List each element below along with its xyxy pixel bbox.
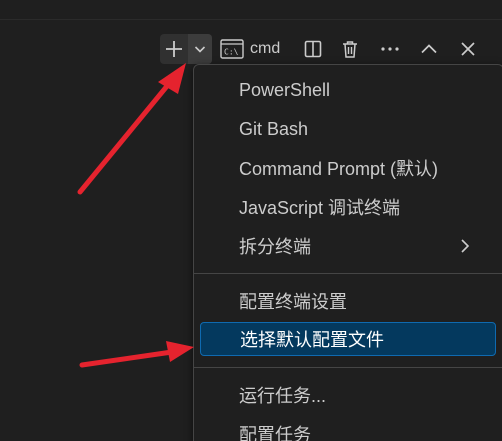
kill-terminal-button[interactable] — [337, 34, 363, 64]
terminal-name-label: cmd — [250, 40, 281, 57]
new-terminal-button[interactable] — [160, 34, 188, 64]
menu-item-run-task[interactable]: 运行任务... — [200, 378, 496, 412]
menu-item-split-terminal[interactable]: 拆分终端 — [200, 229, 496, 263]
menu-item-label: JavaScript 调试终端 — [239, 198, 401, 218]
menu-item-command-prompt[interactable]: Command Prompt (默认) — [200, 151, 496, 185]
more-actions-button[interactable] — [377, 34, 403, 64]
menu-item-label: Command Prompt (默认) — [239, 159, 439, 179]
close-icon — [461, 42, 475, 56]
menu-item-powershell[interactable]: PowerShell — [200, 73, 496, 107]
menu-item-label: PowerShell — [239, 79, 331, 100]
menu-item-label: 拆分终端 — [239, 237, 311, 257]
annotation-arrow-to-dropdown — [77, 63, 186, 195]
terminal-toolbar: C:\ cmd — [0, 32, 502, 64]
menu-separator — [194, 367, 502, 368]
menu-item-label: Git Bash — [239, 118, 309, 139]
menu-item-label: 运行任务... — [239, 386, 327, 406]
menu-item-configure-tasks[interactable]: 配置任务 — [200, 417, 496, 441]
split-terminal-button[interactable] — [300, 34, 326, 64]
terminal-cmd-icon: C:\ — [220, 39, 244, 59]
maximize-panel-button[interactable] — [416, 34, 442, 64]
chevron-up-icon — [421, 44, 437, 54]
menu-item-javascript-debug-terminal[interactable]: JavaScript 调试终端 — [200, 190, 496, 224]
split-editor-icon — [304, 40, 322, 58]
vscode-terminal-panel: C:\ cmd PowerShell Git Bash Command Prom… — [0, 0, 502, 441]
annotation-arrow-to-default-profile — [79, 341, 194, 368]
menu-item-label: 配置任务 — [239, 425, 311, 441]
close-panel-button[interactable] — [455, 34, 481, 64]
plus-icon — [166, 41, 182, 57]
svg-text:C:\: C:\ — [224, 48, 239, 57]
menu-separator — [194, 273, 502, 274]
menu-item-configure-terminal-settings[interactable]: 配置终端设置 — [200, 284, 496, 318]
panel-top-area — [0, 0, 502, 20]
terminal-tab-cmd[interactable]: C:\ cmd — [220, 34, 290, 64]
chevron-right-icon — [461, 239, 470, 253]
chevron-down-icon — [194, 46, 206, 53]
ellipsis-icon — [381, 47, 399, 51]
menu-item-git-bash[interactable]: Git Bash — [200, 112, 496, 146]
launch-profile-dropdown-button[interactable] — [188, 34, 212, 64]
menu-item-label: 配置终端设置 — [239, 292, 347, 312]
launch-profile-menu: PowerShell Git Bash Command Prompt (默认) … — [193, 64, 502, 441]
trash-icon — [343, 41, 357, 58]
menu-item-select-default-profile[interactable]: 选择默认配置文件 — [200, 322, 496, 356]
menu-item-label: 选择默认配置文件 — [240, 330, 384, 350]
